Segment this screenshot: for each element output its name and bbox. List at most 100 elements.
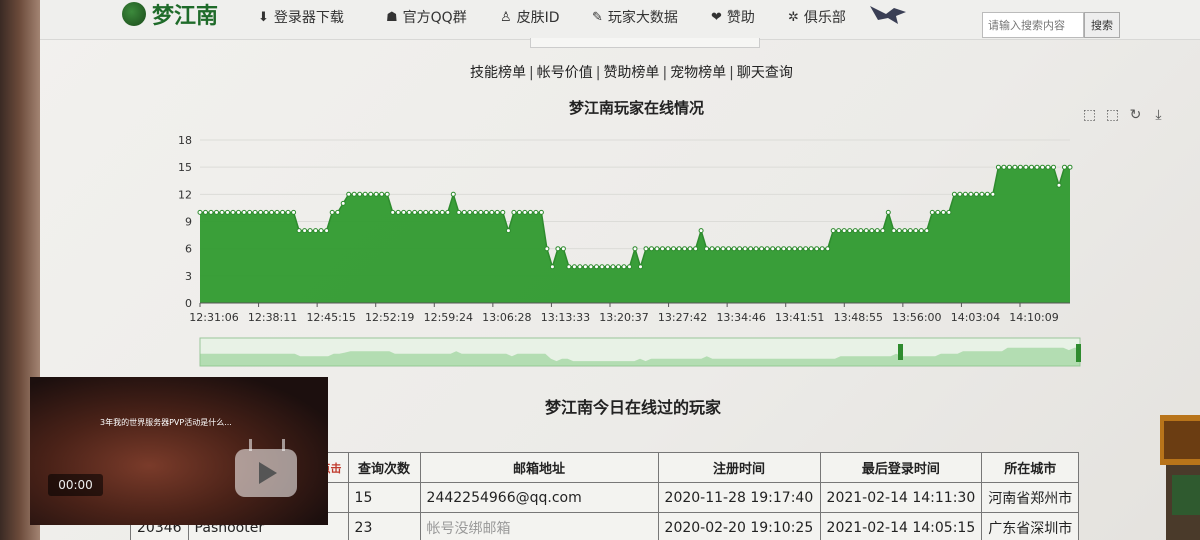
data-point bbox=[924, 228, 930, 234]
cell-city: 河南省郑州市 bbox=[981, 482, 1080, 513]
data-point bbox=[335, 209, 341, 215]
cell-city: 广东省深圳市 bbox=[981, 512, 1080, 540]
data-point bbox=[709, 246, 715, 252]
data-point bbox=[324, 228, 330, 234]
separator: | bbox=[662, 65, 668, 81]
brand[interactable]: 梦江南 bbox=[122, 0, 219, 29]
col-header-last-login: 最后登录时间 bbox=[819, 452, 983, 483]
data-point bbox=[632, 246, 638, 252]
data-point bbox=[808, 246, 814, 252]
data-point bbox=[902, 228, 908, 234]
nav-sponsor-label: 赞助 bbox=[726, 10, 755, 26]
data-point bbox=[269, 209, 275, 215]
data-point bbox=[280, 209, 286, 215]
data-point bbox=[1040, 164, 1045, 170]
data-point bbox=[318, 228, 324, 234]
data-point bbox=[478, 209, 484, 215]
x-tick-label: 14:03:04 bbox=[951, 311, 1000, 324]
link-pet-rank[interactable]: 宠物榜单 bbox=[670, 65, 726, 81]
video-time: 00:00 bbox=[48, 474, 103, 496]
data-point bbox=[428, 209, 434, 215]
save-image-icon[interactable]: ⤓ bbox=[1151, 107, 1166, 123]
data-point bbox=[329, 209, 335, 215]
play-icon[interactable] bbox=[235, 449, 297, 497]
data-point bbox=[737, 246, 743, 252]
data-point bbox=[874, 228, 880, 234]
zoom-reset-icon[interactable]: ⬚ bbox=[1105, 107, 1120, 123]
data-point bbox=[247, 209, 253, 215]
zoom-icon[interactable]: ⬚ bbox=[1082, 107, 1097, 123]
data-point bbox=[984, 191, 990, 197]
data-point bbox=[252, 209, 258, 215]
wrench-icon: ✎ bbox=[592, 9, 603, 25]
data-point bbox=[638, 264, 643, 270]
data-point bbox=[863, 228, 869, 234]
x-tick-label: 13:13:33 bbox=[541, 311, 590, 324]
data-point bbox=[1023, 164, 1029, 170]
cell-last-login: 2021-02-14 14:05:15 bbox=[819, 512, 983, 540]
restore-icon[interactable]: ↻ bbox=[1128, 107, 1143, 123]
link-chat-query[interactable]: 聊天查询 bbox=[737, 65, 793, 81]
nav-club[interactable]: ✲ 俱乐部 bbox=[788, 6, 846, 28]
minecraft-figure-icon bbox=[1160, 415, 1200, 540]
search-bar: 搜索 bbox=[982, 12, 1120, 38]
data-point bbox=[781, 246, 787, 252]
data-point bbox=[379, 191, 385, 197]
data-point bbox=[313, 228, 319, 234]
data-point bbox=[951, 191, 957, 197]
search-input[interactable] bbox=[982, 12, 1084, 38]
nav-sponsor[interactable]: ❤ 赞助 bbox=[711, 6, 755, 28]
brand-name: 梦江南 bbox=[152, 3, 219, 29]
cell-register-time: 2020-02-20 19:10:25 bbox=[657, 512, 821, 540]
data-point bbox=[362, 191, 368, 197]
data-point bbox=[979, 191, 985, 197]
data-point bbox=[533, 209, 539, 215]
data-point bbox=[467, 209, 473, 215]
data-point bbox=[274, 209, 280, 215]
nav-download[interactable]: ⬇ 登录器下载 bbox=[258, 6, 344, 28]
data-point bbox=[742, 246, 748, 252]
video-player[interactable]: 3年我的世界服务器PVP活动是什么... 00:00 bbox=[30, 377, 328, 525]
data-point bbox=[423, 209, 429, 215]
data-point bbox=[357, 191, 363, 197]
col-header-city: 所在城市 bbox=[981, 452, 1080, 483]
data-point bbox=[610, 264, 616, 270]
data-point bbox=[990, 191, 996, 197]
cell-last-login: 2021-02-14 14:11:30 bbox=[819, 482, 983, 513]
datazoom-handle-left[interactable] bbox=[898, 344, 903, 360]
cell-email: 帐号没绑邮箱 bbox=[419, 512, 659, 540]
data-point bbox=[715, 246, 721, 252]
link-account-value[interactable]: 帐号价值 bbox=[537, 65, 593, 81]
data-point bbox=[285, 209, 291, 215]
col-header-email: 邮箱地址 bbox=[419, 452, 659, 483]
data-point bbox=[946, 209, 952, 215]
data-point bbox=[291, 209, 297, 215]
data-point bbox=[935, 209, 941, 215]
data-point bbox=[836, 228, 842, 234]
nav-qq-label: 官方QQ群 bbox=[402, 10, 467, 26]
data-point bbox=[748, 246, 754, 252]
nav-skin-id[interactable]: ♙ 皮肤ID bbox=[500, 6, 560, 28]
qq-icon: ☗ bbox=[386, 9, 398, 25]
data-point bbox=[439, 209, 445, 215]
data-point bbox=[869, 228, 875, 234]
data-point bbox=[538, 209, 544, 215]
data-point bbox=[907, 228, 913, 234]
search-button[interactable]: 搜索 bbox=[1084, 12, 1120, 38]
data-point bbox=[307, 228, 313, 234]
nav-player-data[interactable]: ✎ 玩家大数据 bbox=[592, 6, 678, 28]
nav-skin-label: 皮肤ID bbox=[516, 10, 560, 26]
sub-nav-links: 技能榜单 | 帐号价值 | 赞助榜单 | 宠物榜单 | 聊天查询 bbox=[470, 62, 793, 82]
data-point bbox=[225, 209, 230, 215]
data-point bbox=[880, 228, 886, 234]
nav-qq-group[interactable]: ☗ 官方QQ群 bbox=[386, 6, 467, 28]
data-point bbox=[885, 209, 891, 215]
data-point bbox=[208, 209, 214, 215]
link-skill-rank[interactable]: 技能榜单 bbox=[470, 65, 526, 81]
datazoom-handle-right[interactable] bbox=[1076, 344, 1081, 362]
separator: | bbox=[729, 65, 734, 81]
x-tick-label: 12:38:11 bbox=[248, 311, 297, 324]
data-point bbox=[654, 246, 660, 252]
link-sponsor-rank[interactable]: 赞助榜单 bbox=[603, 65, 659, 81]
bird-logo-icon bbox=[870, 6, 906, 24]
